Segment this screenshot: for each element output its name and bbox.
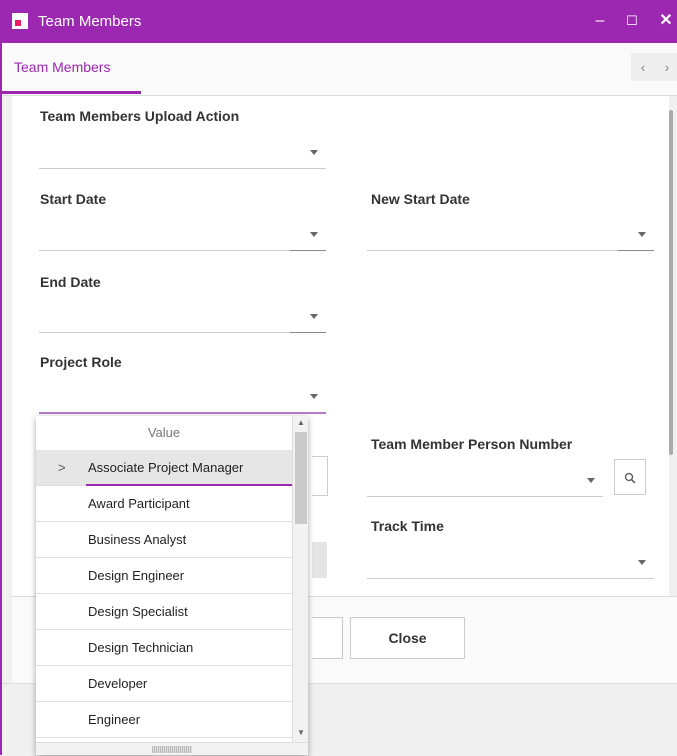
option-label: Design Technician — [88, 640, 194, 655]
tab-team-members[interactable]: Team Members — [2, 43, 122, 93]
end-date-select[interactable] — [39, 300, 326, 333]
project-role-select[interactable] — [39, 380, 326, 414]
chevron-down-icon — [638, 232, 646, 237]
start-date-label: Start Date — [40, 191, 107, 207]
dropdown-option[interactable]: Award Participant — [36, 486, 292, 522]
upload-action-select[interactable] — [39, 136, 326, 169]
project-role-label: Project Role — [40, 354, 122, 370]
tab-bar: Team Members ‹ › — [2, 43, 677, 96]
app-icon — [12, 13, 28, 29]
option-label: Developer — [88, 676, 148, 691]
field-divider — [618, 250, 654, 251]
chevron-down-icon — [310, 394, 318, 399]
tab-scroll-arrows: ‹ › — [631, 53, 677, 81]
dropdown-scrollbar[interactable]: ▲ ▼ — [292, 416, 308, 742]
dropdown-option[interactable]: Business Analyst — [36, 522, 292, 558]
partial-footer-button[interactable] — [312, 617, 343, 659]
dropdown-option[interactable]: Design Technician — [36, 630, 292, 666]
person-number-select[interactable] — [367, 464, 603, 497]
option-label: Associate Project Manager — [88, 460, 244, 475]
search-icon — [624, 472, 636, 484]
title-bar: Team Members – ☐ ✕ — [2, 0, 677, 43]
person-search-button[interactable] — [614, 459, 646, 495]
field-divider — [290, 250, 326, 251]
option-label: Business Analyst — [88, 532, 187, 547]
tab-prev-button[interactable]: ‹ — [631, 53, 655, 81]
chevron-down-icon — [310, 232, 318, 237]
dropdown-option[interactable]: Engineer — [36, 702, 292, 738]
h-scroll-thumb[interactable] — [152, 746, 192, 753]
project-role-dropdown: Value > Associate Project Manager Award … — [36, 416, 308, 755]
start-date-select[interactable] — [39, 218, 326, 251]
dropdown-header: Value — [147, 425, 181, 440]
tab-next-button[interactable]: › — [655, 53, 677, 81]
option-label: Design Specialist — [88, 604, 188, 619]
chevron-down-icon — [310, 150, 318, 155]
partial-gray-box — [312, 542, 327, 578]
close-window-button[interactable]: ✕ — [653, 8, 677, 34]
person-number-label: Team Member Person Number — [371, 436, 573, 452]
scroll-thumb[interactable] — [295, 432, 307, 524]
tab-indicator — [2, 91, 141, 94]
upload-action-label: Team Members Upload Action — [40, 108, 240, 124]
field-divider — [290, 332, 326, 333]
chevron-right-icon: > — [58, 460, 66, 475]
end-date-label: End Date — [40, 274, 101, 290]
maximize-button[interactable]: ☐ — [619, 8, 645, 34]
partial-input-box[interactable] — [312, 456, 328, 496]
dropdown-option[interactable]: Design Specialist — [36, 594, 292, 630]
scroll-up-icon[interactable]: ▲ — [293, 416, 308, 430]
chevron-down-icon — [587, 478, 595, 483]
panel-scrollbar[interactable] — [669, 110, 673, 455]
window-title: Team Members — [38, 13, 142, 30]
dropdown-option[interactable]: Design Engineer — [36, 558, 292, 594]
chevron-down-icon — [310, 314, 318, 319]
track-time-label: Track Time — [371, 518, 444, 534]
close-button[interactable]: Close — [350, 617, 465, 659]
scroll-down-icon[interactable]: ▼ — [293, 726, 308, 740]
new-start-date-select[interactable] — [367, 218, 654, 251]
dropdown-option[interactable]: > Associate Project Manager — [36, 450, 292, 486]
dropdown-h-scrollbar[interactable] — [36, 742, 308, 755]
chevron-down-icon — [638, 560, 646, 565]
track-time-select[interactable] — [367, 546, 654, 579]
option-label: Award Participant — [88, 496, 190, 511]
option-label: Engineer — [88, 712, 141, 727]
option-label: Design Engineer — [88, 568, 185, 583]
minimize-button[interactable]: – — [587, 8, 613, 34]
dropdown-option[interactable]: Developer — [36, 666, 292, 702]
new-start-date-label: New Start Date — [371, 191, 470, 207]
